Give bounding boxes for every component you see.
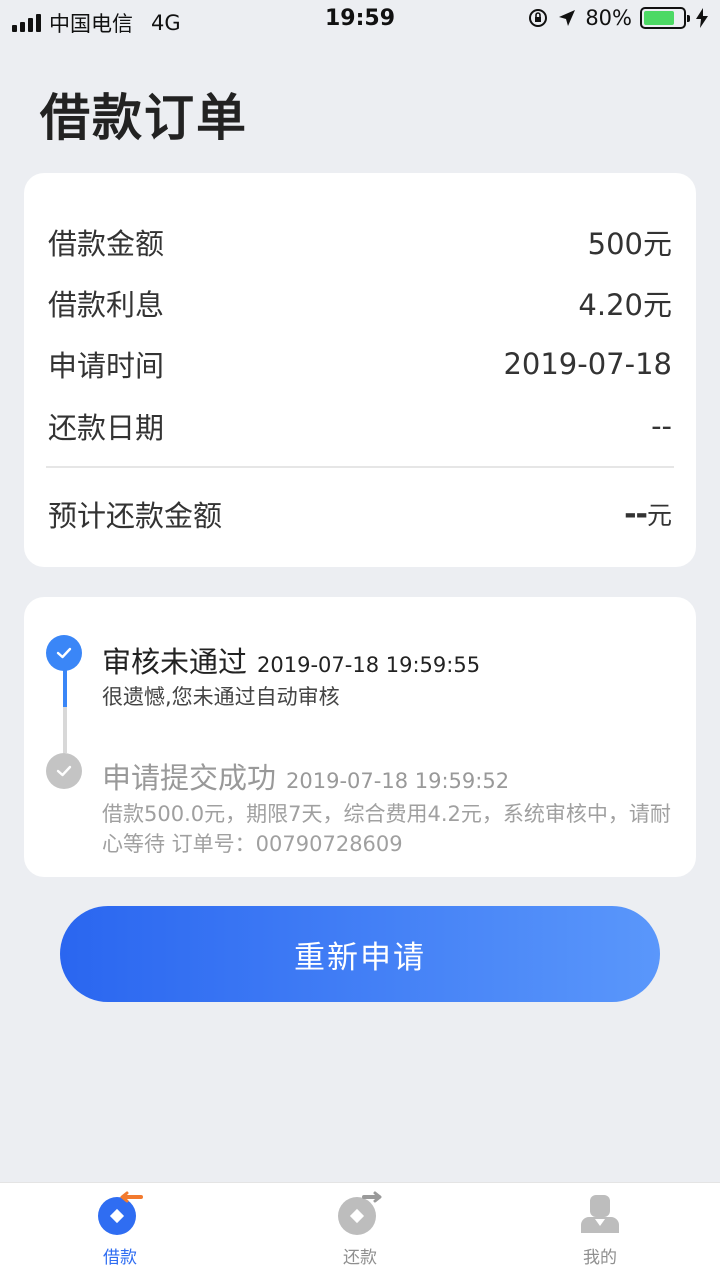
tab-borrow[interactable]: 借款 [0, 1183, 240, 1280]
check-icon [46, 753, 82, 789]
total-unit: 元 [646, 501, 672, 530]
tab-repay[interactable]: 还款 [240, 1183, 480, 1280]
timeline-line-active [63, 667, 67, 707]
reapply-button[interactable]: 重新申请 [60, 906, 660, 1002]
orientation-lock-icon [529, 9, 548, 27]
profile-icon [581, 1195, 619, 1233]
timeline-title: 申请提交成功 [102, 761, 277, 795]
repay-icon [338, 1191, 382, 1235]
summary-row-amount: 借款金额 500元 [48, 221, 672, 263]
loan-summary-card: 借款金额 500元 借款利息 4.20元 申请时间 2019-07-18 还款日… [24, 173, 696, 567]
location-icon [559, 10, 576, 26]
timeline-title: 审核未通过 [102, 645, 248, 679]
summary-value: 500元 [587, 227, 672, 261]
summary-row-total: 预计还款金额 --元 [48, 493, 672, 535]
timeline-item-rejected: 审核未通过 2019-07-18 19:59:55 [102, 639, 480, 681]
timeline-desc: 很遗憾,您未通过自动审核 [102, 685, 340, 709]
summary-label: 借款金额 [48, 227, 165, 261]
charging-icon [696, 8, 708, 28]
divider [46, 466, 674, 468]
battery-fill [644, 11, 675, 25]
summary-label: 还款日期 [48, 411, 165, 445]
tab-profile[interactable]: 我的 [480, 1183, 720, 1280]
timeline-time: 2019-07-18 19:59:52 [286, 769, 510, 793]
status-bar: 中国电信 4G 19:59 80% [0, 0, 720, 40]
total-value-group: --元 [624, 496, 672, 532]
total-label: 预计还款金额 [48, 499, 223, 533]
summary-row-interest: 借款利息 4.20元 [48, 282, 672, 324]
timeline-time: 2019-07-18 19:59:55 [257, 653, 481, 677]
tab-label: 还款 [343, 1248, 377, 1268]
summary-row-apply-time: 申请时间 2019-07-18 [48, 343, 672, 385]
status-timeline-card: 审核未通过 2019-07-18 19:59:55 很遗憾,您未通过自动审核 申… [24, 597, 696, 877]
timeline-desc: 借款500.0元，期限7天，综合费用4.2元，系统审核中，请耐心等待 订单号：0… [102, 802, 671, 856]
tab-label: 借款 [103, 1248, 137, 1268]
borrow-icon [98, 1191, 143, 1235]
summary-value: 2019-07-18 [503, 347, 672, 381]
battery-percent: 80% [585, 6, 632, 30]
timeline-item-submitted: 申请提交成功 2019-07-18 19:59:52 [102, 755, 509, 797]
tab-label: 我的 [583, 1248, 617, 1268]
tab-bar: 借款 还款 我的 [0, 1182, 720, 1280]
summary-label: 借款利息 [48, 288, 165, 322]
timeline-line [63, 707, 67, 753]
battery-icon [640, 7, 690, 29]
summary-value: -- [651, 409, 672, 443]
summary-label: 申请时间 [48, 349, 165, 383]
total-value: -- [624, 497, 648, 532]
summary-row-repay-date: 还款日期 -- [48, 405, 672, 447]
check-icon [46, 635, 82, 671]
status-right: 80% [527, 6, 708, 30]
summary-value: 4.20元 [578, 288, 672, 322]
page-title: 借款订单 [40, 89, 248, 147]
